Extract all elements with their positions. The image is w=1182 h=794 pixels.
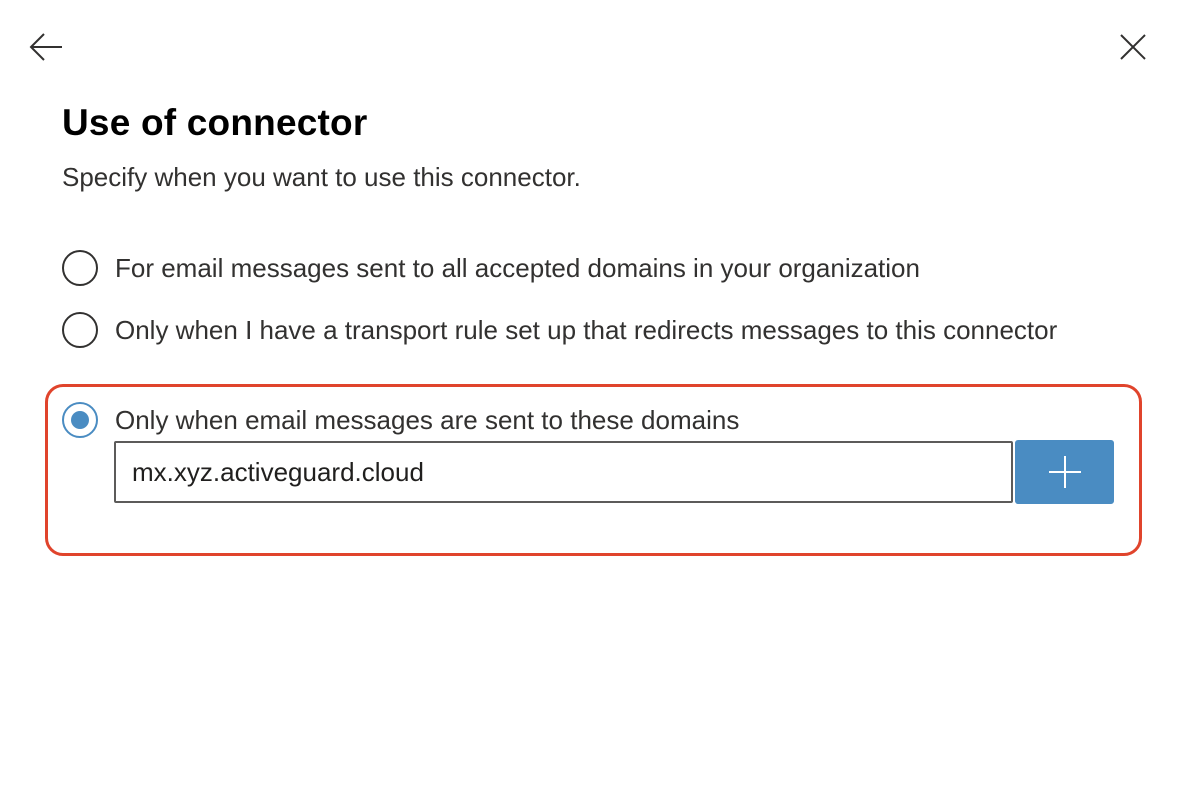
page-title: Use of connector xyxy=(62,102,368,143)
option-specific-domains[interactable]: Only when email messages are sent to the… xyxy=(62,402,1065,439)
option-label: Only when email messages are sent to the… xyxy=(115,405,740,435)
radio-selected-dot xyxy=(71,411,89,429)
option-label: Only when I have a transport rule set up… xyxy=(115,315,1058,345)
connector-panel: Use of connector Specify when you want t… xyxy=(0,0,1182,794)
option-label: For email messages sent to all accepted … xyxy=(115,253,920,283)
plus-icon xyxy=(1048,456,1081,488)
option-transport-rule[interactable]: Only when I have a transport rule set up… xyxy=(62,312,1065,349)
arrow-left-icon xyxy=(29,33,62,61)
back-button[interactable] xyxy=(26,27,66,67)
radio-all-accepted-domains[interactable] xyxy=(62,250,98,286)
close-button[interactable] xyxy=(1113,27,1153,67)
radio-transport-rule[interactable] xyxy=(62,312,98,348)
close-icon xyxy=(1120,34,1146,60)
page-subtitle: Specify when you want to use this connec… xyxy=(62,162,581,192)
radio-specific-domains[interactable] xyxy=(62,402,98,438)
option-all-accepted-domains[interactable]: For email messages sent to all accepted … xyxy=(62,250,1065,287)
add-domain-button[interactable] xyxy=(1015,440,1114,504)
domain-input[interactable] xyxy=(114,441,1013,503)
